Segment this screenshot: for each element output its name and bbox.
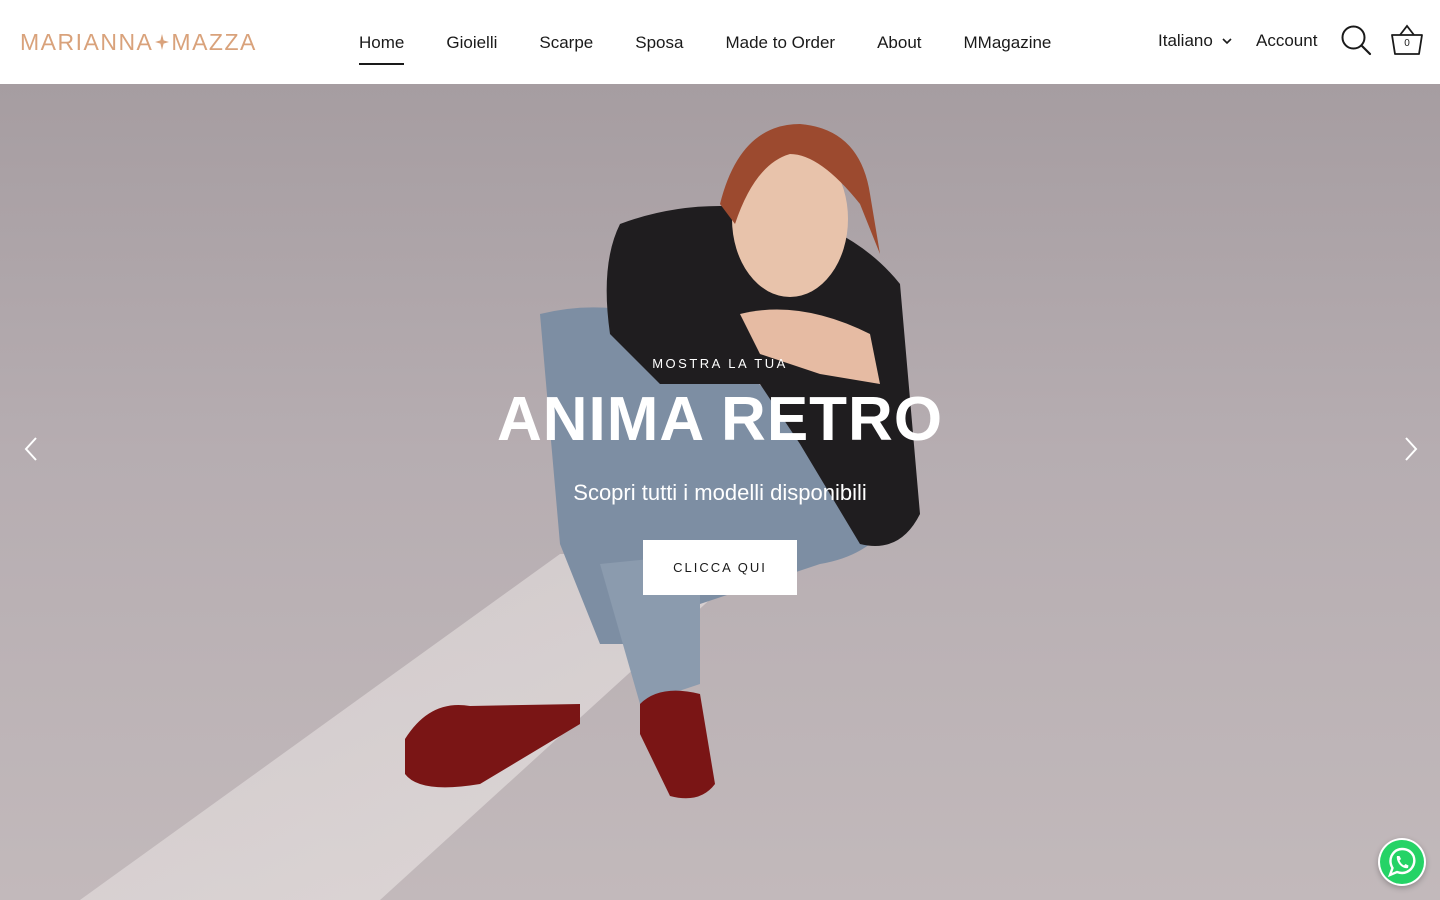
basket-icon[interactable]: 0 (1389, 22, 1425, 58)
account-link[interactable]: Account (1256, 31, 1317, 51)
nav-item-gioielli[interactable]: Gioielli (446, 33, 497, 53)
hero-subline: Scopri tutti i modelli disponibili (573, 480, 867, 505)
hero-headline: ANIMA RETRO (496, 385, 944, 454)
nav-item-sposa[interactable]: Sposa (635, 33, 683, 53)
nav-item-scarpe[interactable]: Scarpe (539, 33, 593, 53)
nav-item-made-to-order[interactable]: Made to Order (725, 33, 835, 53)
brand-name-last: MAZZA (171, 28, 257, 55)
star-icon (155, 34, 170, 50)
chevron-left-icon[interactable] (16, 434, 46, 464)
brand-name-first: MARIANNA (20, 28, 154, 55)
main-nav: Home Gioielli Scarpe Sposa Made to Order… (338, 30, 1072, 65)
language-selector[interactable]: Italiano (1158, 30, 1232, 52)
nav-item-mmagazine[interactable]: MMagazine (964, 33, 1052, 53)
nav-item-home[interactable]: Home (359, 33, 405, 65)
chevron-down-icon (1222, 37, 1232, 45)
cart-count-badge: 0 (1404, 38, 1410, 49)
brand-logo[interactable]: MARIANNA MAZZA (20, 28, 257, 56)
search-icon[interactable] (1340, 24, 1372, 56)
hero-eyebrow: MOSTRA LA TUA (652, 356, 788, 371)
chevron-right-icon[interactable] (1396, 434, 1426, 464)
hero-slideshow: MOSTRA LA TUA ANIMA RETRO Scopri tutti i… (0, 84, 1440, 900)
language-label: Italiano (1158, 31, 1213, 50)
hero-content: MOSTRA LA TUA ANIMA RETRO Scopri tutti i… (0, 84, 1440, 900)
whatsapp-icon[interactable] (1378, 838, 1426, 886)
site-header: MARIANNA MAZZA Home Gioielli Scarpe Spos… (0, 0, 1440, 84)
hero-cta-button[interactable]: CLICCA QUI (643, 540, 797, 595)
nav-item-about[interactable]: About (877, 33, 921, 53)
